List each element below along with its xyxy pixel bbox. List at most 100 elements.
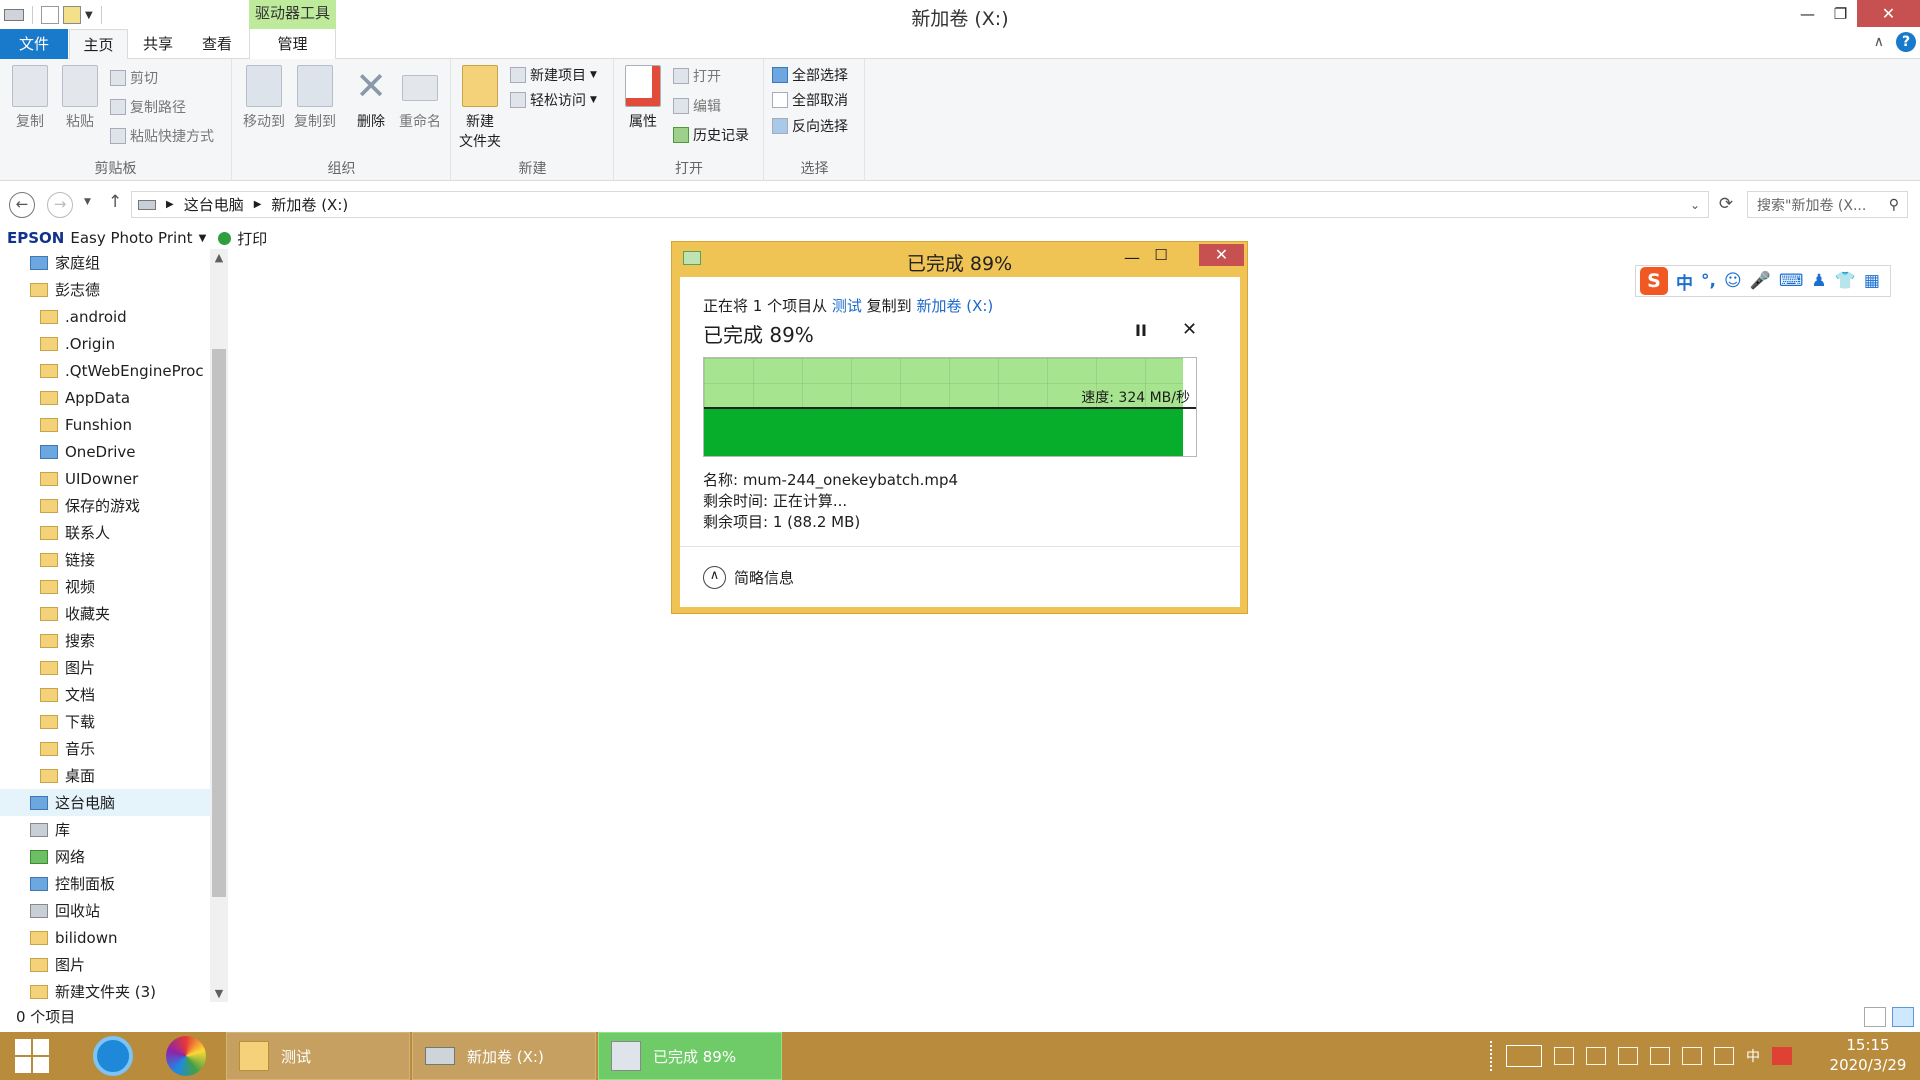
ime-punctuation-toggle[interactable]: °, <box>1701 271 1716 291</box>
nav-item[interactable]: 视频 <box>0 573 210 600</box>
scroll-up-icon[interactable]: ▲ <box>210 251 228 264</box>
start-button[interactable] <box>12 1036 52 1076</box>
easy-access-button[interactable]: 轻松访问 ▼ <box>510 89 597 111</box>
nav-item[interactable]: 桌面 <box>0 762 210 789</box>
up-button[interactable]: ↑ <box>108 192 122 212</box>
sogou-tray-icon[interactable] <box>1772 1047 1792 1065</box>
nav-item[interactable]: 文档 <box>0 681 210 708</box>
nav-item[interactable]: 彭志德 <box>0 276 210 303</box>
epson-app-button[interactable]: Easy Photo Print <box>70 229 192 247</box>
open-button[interactable]: 打开 <box>673 65 721 87</box>
copy-to-button[interactable]: 复制到 <box>290 65 340 131</box>
browser-360-icon[interactable] <box>166 1036 206 1076</box>
nav-item[interactable]: 图片 <box>0 654 210 681</box>
sogou-logo-icon[interactable]: S <box>1640 267 1668 295</box>
nav-item[interactable]: 新建文件夹 (3) <box>0 978 210 1005</box>
taskbar-task-2[interactable]: 新加卷 (X:) <box>412 1032 596 1080</box>
nav-item[interactable]: .QtWebEngineProc <box>0 357 210 384</box>
dialog-maximize-button[interactable]: ☐ <box>1146 246 1176 268</box>
nav-item[interactable]: 网络 <box>0 843 210 870</box>
nav-item[interactable]: 下载 <box>0 708 210 735</box>
maximize-button[interactable]: ❐ <box>1824 0 1857 27</box>
qq-tray-icon[interactable] <box>1682 1047 1702 1065</box>
cut-button[interactable]: 剪切 <box>110 67 158 89</box>
paste-button[interactable]: 粘贴 <box>55 65 105 131</box>
volume-icon[interactable] <box>1714 1047 1734 1065</box>
network-tray-icon[interactable] <box>1586 1047 1606 1065</box>
nav-item[interactable]: 图片 <box>0 951 210 978</box>
nav-item[interactable]: Funshion <box>0 411 210 438</box>
nav-item[interactable]: AppData <box>0 384 210 411</box>
emoji-icon[interactable]: ☺ <box>1724 271 1742 291</box>
input-language-indicator[interactable]: 中 <box>1746 1046 1760 1066</box>
nav-item[interactable]: 家庭组 <box>0 249 210 276</box>
invert-selection-button[interactable]: 反向选择 <box>772 115 848 137</box>
nav-item[interactable]: .android <box>0 303 210 330</box>
search-input[interactable]: 搜索"新加卷 (X... ⚲ <box>1747 191 1908 218</box>
dialog-close-button[interactable]: ✕ <box>1199 244 1244 266</box>
nav-item[interactable]: 链接 <box>0 546 210 573</box>
details-view-icon[interactable] <box>1864 1007 1886 1027</box>
toolbox-icon[interactable]: ▦ <box>1864 271 1880 291</box>
clock[interactable]: 15:15 2020/3/29 <box>1820 1035 1916 1075</box>
new-folder-button[interactable]: 新建 文件夹 <box>455 65 505 151</box>
address-input[interactable]: ▶ 这台电脑 ▶ 新加卷 (X:) ⌄ <box>131 191 1709 218</box>
tab-file[interactable]: 文件 <box>0 29 68 59</box>
nav-item[interactable]: 保存的游戏 <box>0 492 210 519</box>
select-none-button[interactable]: 全部取消 <box>772 89 848 111</box>
scroll-down-icon[interactable]: ▼ <box>210 987 228 1000</box>
search-icon[interactable]: ⚲ <box>1889 197 1899 213</box>
history-button[interactable]: 历史记录 <box>673 124 749 146</box>
nav-item[interactable]: 收藏夹 <box>0 600 210 627</box>
edit-button[interactable]: 编辑 <box>673 95 721 117</box>
nav-item[interactable]: 控制面板 <box>0 870 210 897</box>
nav-item[interactable]: .Origin <box>0 330 210 357</box>
copy-path-button[interactable]: 复制路径 <box>110 96 186 118</box>
microphone-icon[interactable]: 🎤 <box>1750 271 1771 291</box>
source-link[interactable]: 测试 <box>832 297 862 315</box>
destination-link[interactable]: 新加卷 (X:) <box>916 297 993 315</box>
breadcrumb-chevron-icon[interactable]: ▶ <box>254 199 262 210</box>
nav-item[interactable]: 音乐 <box>0 735 210 762</box>
paste-shortcut-button[interactable]: 粘贴快捷方式 <box>110 125 214 147</box>
collapse-ribbon-icon[interactable]: ∧ <box>1874 34 1884 50</box>
browser-icon[interactable] <box>93 1036 133 1076</box>
user-icon[interactable]: ♟ <box>1811 271 1826 291</box>
address-dropdown-icon[interactable]: ⌄ <box>1690 198 1700 212</box>
select-all-button[interactable]: 全部选择 <box>772 64 848 86</box>
nav-item[interactable]: 这台电脑 <box>0 789 210 816</box>
touch-keyboard-icon[interactable] <box>1506 1045 1542 1067</box>
nav-item[interactable]: 回收站 <box>0 897 210 924</box>
security-tray-icon[interactable] <box>1650 1047 1670 1065</box>
copy-button[interactable]: 复制 <box>5 65 55 131</box>
breadcrumb-this-pc[interactable]: 这台电脑 <box>184 194 244 215</box>
taskbar-task-1[interactable]: 测试 <box>226 1032 410 1080</box>
delete-button[interactable]: ✕ 删除 <box>346 65 396 131</box>
properties-button[interactable]: 属性 <box>618 65 668 131</box>
dialog-minimize-button[interactable]: — <box>1117 248 1147 270</box>
move-to-button[interactable]: 移动到 <box>239 65 289 131</box>
chevron-down-icon[interactable]: ▼ <box>199 233 207 244</box>
forward-button[interactable]: → <box>47 192 73 218</box>
cancel-copy-button[interactable]: ✕ <box>1182 319 1197 340</box>
back-button[interactable]: ← <box>9 192 35 218</box>
refresh-button[interactable]: ⟳ <box>1711 191 1741 218</box>
nav-item[interactable]: 搜索 <box>0 627 210 654</box>
rename-button[interactable]: 重命名 <box>395 65 445 131</box>
scrollbar-thumb[interactable] <box>212 349 226 897</box>
nav-item[interactable]: 联系人 <box>0 519 210 546</box>
less-details-button[interactable]: ∧ 简略信息 <box>703 566 794 589</box>
breadcrumb-chevron-icon[interactable]: ▶ <box>166 199 174 210</box>
nav-scrollbar[interactable]: ▲ ▼ <box>210 249 228 1002</box>
breadcrumb-current[interactable]: 新加卷 (X:) <box>271 194 348 215</box>
close-button[interactable]: ✕ <box>1857 0 1920 27</box>
skin-icon[interactable]: 👕 <box>1835 271 1856 291</box>
taskbar-task-3[interactable]: 已完成 89% <box>598 1032 782 1080</box>
print-button[interactable]: 打印 <box>237 228 267 249</box>
nav-item[interactable]: OneDrive <box>0 438 210 465</box>
nav-item[interactable]: 库 <box>0 816 210 843</box>
tab-view[interactable]: 查看 <box>195 29 239 59</box>
nav-item[interactable]: bilidown <box>0 924 210 951</box>
nav-item[interactable]: UIDowner <box>0 465 210 492</box>
ime-language-toggle[interactable]: 中 <box>1676 269 1693 294</box>
